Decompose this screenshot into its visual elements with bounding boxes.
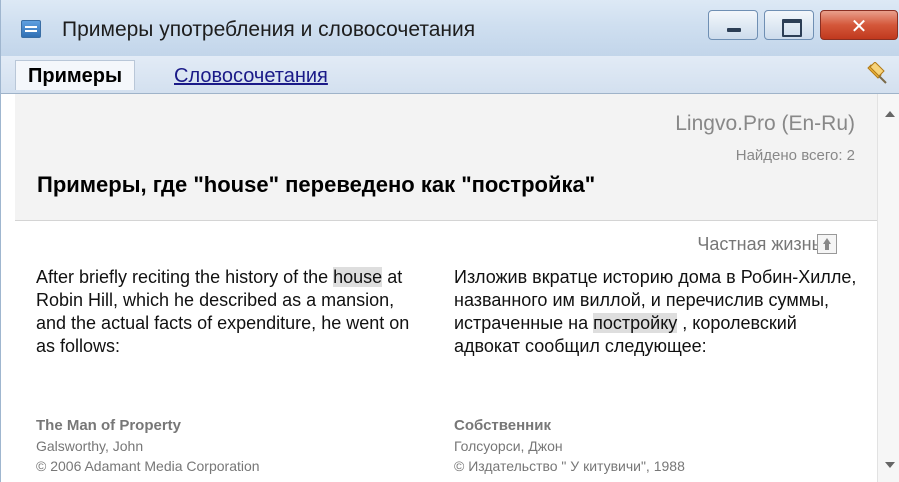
example-ru-highlight: постройку <box>593 313 678 333</box>
scroll-down-icon[interactable] <box>885 462 895 468</box>
english-book-title: The Man of Property <box>36 417 182 434</box>
examples-content: Lingvo.Pro (En-Ru) Найдено всего: 2 Прим… <box>1 94 877 482</box>
russian-author: Голсуорси, Джон <box>454 438 563 454</box>
russian-publisher: © Издательство " У китувичи", 1988 <box>454 458 685 474</box>
english-reference: The Man of Property Galsworthy, John © 2… <box>36 416 260 476</box>
example-en-highlight: house <box>333 267 383 287</box>
english-publisher: © 2006 Adamant Media Corporation <box>36 458 260 474</box>
example-en-before: After briefly reciting the history of th… <box>36 267 334 287</box>
found-count: Найдено всего: 2 <box>735 147 855 164</box>
dictionary-window-icon <box>21 20 41 38</box>
example-russian: Изложив вкратце историю дома в Робин-Хил… <box>454 266 864 358</box>
scroll-up-icon[interactable] <box>885 111 895 117</box>
results-heading: Примеры, где "house" переведено как "пос… <box>37 172 596 197</box>
close-icon: ✕ <box>850 14 868 38</box>
dictionary-name: Lingvo.Pro (En-Ru) <box>675 112 855 135</box>
window-title: Примеры употребления и словосочетания <box>62 18 476 41</box>
tab-collocations[interactable]: Словосочетания <box>174 65 328 88</box>
tab-bar: Примеры Словосочетания <box>1 56 899 94</box>
vertical-scrollbar[interactable] <box>877 94 899 482</box>
english-author: Galsworthy, John <box>36 438 144 454</box>
maximize-button[interactable] <box>764 10 814 40</box>
tab-examples[interactable]: Примеры <box>15 60 136 90</box>
source-title: Частная жизнь <box>697 234 821 254</box>
results-header: Lingvo.Pro (En-Ru) Найдено всего: 2 Прим… <box>15 94 877 221</box>
examples-window: Примеры употребления и словосочетания ✕ … <box>0 0 899 482</box>
close-button[interactable]: ✕ <box>820 10 898 40</box>
title-bar[interactable]: Примеры употребления и словосочетания ✕ <box>1 0 899 56</box>
minimize-button[interactable] <box>708 10 758 40</box>
russian-reference: Собственник Голсуорси, Джон © Издательст… <box>454 416 685 476</box>
scroll-to-top-icon[interactable] <box>817 234 837 254</box>
russian-book-title: Собственник <box>454 417 551 434</box>
example-english: After briefly reciting the history of th… <box>36 266 426 358</box>
